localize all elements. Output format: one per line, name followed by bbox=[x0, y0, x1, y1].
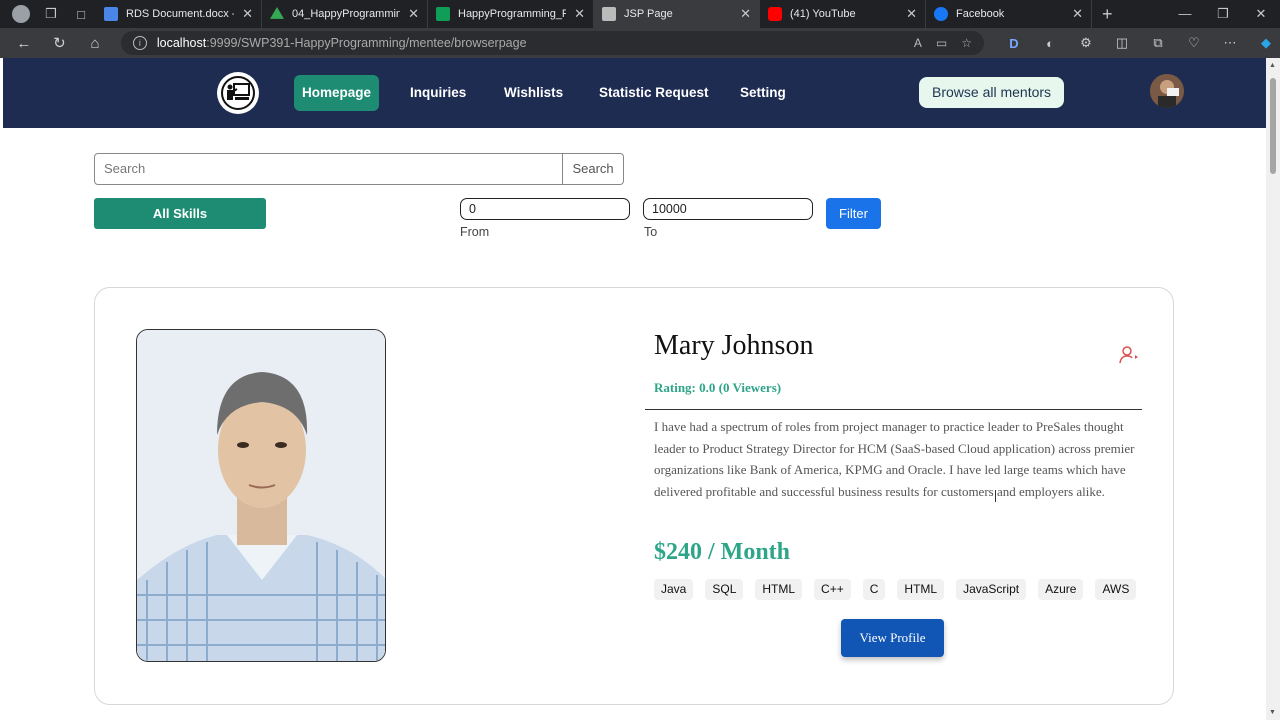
skill-badge: HTML bbox=[897, 579, 945, 600]
tab-youtube[interactable]: (41) YouTube ✕ bbox=[760, 0, 926, 28]
add-to-wishlist-icon[interactable] bbox=[1119, 345, 1139, 370]
nav-homepage[interactable]: Homepage bbox=[294, 75, 380, 111]
copilot-icon[interactable]: ◆ bbox=[1252, 35, 1280, 51]
read-aloud-icon[interactable]: A bbox=[914, 36, 922, 50]
youtube-icon bbox=[768, 7, 782, 21]
price-from-input[interactable]: 0 bbox=[460, 198, 630, 220]
page-content: Homepage Inquiries Wishlists Statistic R… bbox=[0, 58, 1266, 720]
skill-badge: JavaScript bbox=[956, 579, 1027, 600]
price-from-label: From bbox=[460, 225, 490, 239]
search-button[interactable]: Search bbox=[563, 153, 624, 185]
page-icon bbox=[602, 7, 616, 21]
tab-happyprogramming-drive[interactable]: 04_HappyProgramming - ✕ bbox=[262, 0, 428, 28]
scroll-down-icon[interactable]: ▼ bbox=[1269, 709, 1276, 716]
collections-icon[interactable]: ⧉ bbox=[1144, 35, 1172, 51]
url-field[interactable]: i localhost:9999/SWP391-HappyProgramming… bbox=[120, 31, 984, 55]
facebook-icon bbox=[934, 7, 948, 21]
text-cursor bbox=[995, 490, 1001, 502]
mentor-portrait bbox=[137, 330, 385, 661]
price-to-input[interactable]: 10000 bbox=[643, 198, 813, 220]
skill-badge: HTML bbox=[755, 579, 803, 600]
price-to-label: To bbox=[644, 225, 658, 239]
immersive-reader-icon[interactable]: ▭ bbox=[936, 36, 947, 50]
mentor-price: $240 / Month bbox=[654, 539, 791, 565]
tab-happyprogramming-sheet[interactable]: HappyProgramming_Fun ✕ bbox=[428, 0, 594, 28]
drive-icon bbox=[270, 7, 284, 19]
skill-badge: AWS bbox=[1095, 579, 1137, 600]
all-skills-button[interactable]: All Skills bbox=[94, 198, 266, 229]
home-icon[interactable]: ⌂ bbox=[77, 35, 113, 52]
skill-badge: Java bbox=[654, 579, 694, 600]
nav-setting[interactable]: Setting bbox=[732, 75, 794, 111]
nav-statistic-request[interactable]: Statistic Request bbox=[591, 75, 717, 111]
tab-rds-document[interactable]: RDS Document.docx - Go ✕ bbox=[96, 0, 262, 28]
browse-all-mentors-button[interactable]: Browse all mentors bbox=[919, 77, 1065, 108]
site-navbar: Homepage Inquiries Wishlists Statistic R… bbox=[3, 58, 1266, 128]
nav-wishlists[interactable]: Wishlists bbox=[496, 75, 571, 111]
page-scrollbar[interactable]: ▲ ▼ bbox=[1266, 58, 1280, 720]
avatar-photo bbox=[1150, 74, 1184, 108]
close-icon[interactable]: ✕ bbox=[408, 6, 419, 22]
workspaces-icon[interactable]: ❒ bbox=[36, 0, 66, 28]
skill-badge: C++ bbox=[814, 579, 851, 600]
extensions-icon[interactable]: ⚙ bbox=[1072, 35, 1100, 51]
tab-jsp-page[interactable]: JSP Page ✕ bbox=[594, 0, 760, 28]
close-icon[interactable]: ✕ bbox=[574, 6, 585, 22]
mentor-bio: I have had a spectrum of roles from proj… bbox=[654, 419, 1135, 499]
address-bar: ← ↻ ⌂ i localhost:9999/SWP391-HappyProgr… bbox=[0, 28, 1280, 58]
teacher-board-icon bbox=[221, 76, 255, 110]
mentor-rating: Rating: 0.0 (0 Viewers) bbox=[654, 380, 782, 395]
more-menu-icon[interactable]: ⋯ bbox=[1216, 35, 1244, 51]
minimize-icon[interactable]: — bbox=[1166, 6, 1204, 22]
search-input[interactable]: Search bbox=[94, 153, 564, 185]
mentor-card: Mary Johnson Rating: 0.0 (0 Viewers) I h… bbox=[94, 287, 1174, 705]
refresh-icon[interactable]: ↻ bbox=[42, 34, 78, 52]
divider bbox=[645, 409, 1142, 410]
extension-d-icon[interactable]: D bbox=[1000, 36, 1028, 51]
search-bar: Search Search bbox=[94, 153, 624, 185]
back-icon[interactable]: ← bbox=[6, 35, 42, 52]
close-icon[interactable]: ✕ bbox=[740, 6, 751, 22]
filter-button[interactable]: Filter bbox=[826, 198, 881, 229]
sheets-icon bbox=[436, 7, 450, 21]
docs-icon bbox=[104, 7, 118, 21]
scrollbar-thumb[interactable] bbox=[1270, 78, 1276, 174]
split-screen-icon[interactable]: ◫ bbox=[1108, 35, 1136, 51]
restore-icon[interactable]: ❐ bbox=[1204, 6, 1242, 22]
favorite-star-icon[interactable]: ☆ bbox=[961, 36, 972, 50]
tab-actions-icon[interactable]: □ bbox=[66, 0, 96, 28]
mentor-name: Mary Johnson bbox=[654, 330, 814, 361]
tab-facebook[interactable]: Facebook ✕ bbox=[926, 0, 1092, 28]
close-icon[interactable]: ✕ bbox=[906, 6, 917, 22]
close-icon[interactable]: ✕ bbox=[242, 6, 253, 22]
browser-tab-bar: ❒ □ RDS Document.docx - Go ✕ 04_HappyPro… bbox=[0, 0, 1280, 28]
scroll-up-icon[interactable]: ▲ bbox=[1269, 62, 1276, 69]
skill-badge: Azure bbox=[1038, 579, 1084, 600]
site-logo[interactable] bbox=[217, 72, 259, 114]
nav-inquiries[interactable]: Inquiries bbox=[402, 75, 474, 111]
browser-essentials-icon[interactable]: ♡ bbox=[1180, 35, 1208, 51]
extension-color-icon[interactable]: ◐ bbox=[1036, 36, 1064, 51]
profile-icon[interactable] bbox=[6, 0, 36, 28]
close-icon[interactable]: ✕ bbox=[1072, 6, 1083, 22]
new-tab-icon[interactable]: + bbox=[1092, 4, 1123, 25]
skill-badge: SQL bbox=[705, 579, 744, 600]
info-icon[interactable]: i bbox=[132, 36, 147, 50]
skill-badge: C bbox=[862, 579, 886, 600]
mentor-photo bbox=[136, 329, 386, 662]
view-profile-button[interactable]: View Profile bbox=[841, 619, 944, 657]
window-close-icon[interactable]: ✕ bbox=[1242, 6, 1280, 22]
mentor-skills: Java SQL HTML C++ C HTML JavaScript Azur… bbox=[654, 579, 1137, 600]
user-avatar[interactable] bbox=[1150, 74, 1184, 108]
